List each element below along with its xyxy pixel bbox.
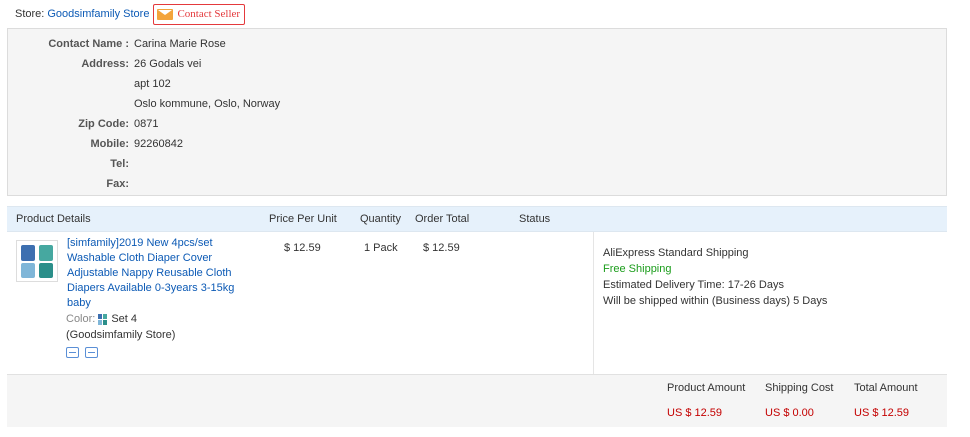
color-swatch-icon [98, 313, 108, 325]
header-status: Status [519, 213, 551, 225]
fax-key: Fax: [106, 178, 129, 190]
table-header: Product Details Price Per Unit Quantity … [7, 206, 947, 232]
tel-key: Tel: [110, 158, 129, 170]
ship-within: Will be shipped within (Business days) 5… [603, 295, 828, 307]
zip-row: Zip Code: 0871 [8, 114, 158, 134]
mobile-key: Mobile: [90, 138, 130, 150]
envelope-icon [157, 8, 174, 20]
contact-name-row: Contact Name : Carina Marie Rose [8, 34, 226, 54]
shipping-cost-label: Shipping Cost [765, 382, 834, 394]
color-value: Set 4 [111, 313, 138, 325]
detail-icon[interactable] [85, 347, 98, 358]
product-cell: [simfamily]2019 New 4pcs/set Washable Cl… [7, 232, 593, 374]
contact-name-key: Contact Name : [48, 38, 129, 50]
zip-value: 0871 [134, 118, 159, 130]
tel-row: Tel: [8, 154, 134, 174]
total-amount-label: Total Amount [854, 382, 918, 394]
product-amount-value: US $ 12.59 [667, 407, 723, 419]
free-shipping-label: Free Shipping [603, 263, 672, 275]
estimated-delivery: Estimated Delivery Time: 17-26 Days [603, 279, 784, 291]
product-color: Color: Set 4 [66, 313, 137, 325]
mobile-value: 92260842 [134, 138, 183, 150]
header-quantity: Quantity [360, 213, 401, 225]
header-product-details: Product Details [16, 213, 91, 225]
shipping-info: AliExpress Standard Shipping Free Shippi… [593, 232, 947, 374]
color-label: Color: [66, 313, 96, 325]
contact-seller-label: Contact Seller [177, 8, 241, 20]
address-key: Address: [81, 58, 129, 70]
mobile-row: Mobile: 92260842 [8, 134, 183, 154]
product-thumbnail[interactable] [16, 240, 58, 282]
item-order-total: $ 12.59 [423, 242, 460, 254]
order-summary: Product Amount Shipping Cost Total Amoun… [7, 374, 947, 427]
zip-key: Zip Code: [78, 118, 129, 130]
address-row: Address: 26 Godals vei [8, 54, 201, 74]
contact-name-value: Carina Marie Rose [134, 38, 226, 50]
item-price: $ 12.59 [284, 242, 321, 254]
order-table: Product Details Price Per Unit Quantity … [7, 206, 947, 427]
header-price-per-unit: Price Per Unit [269, 213, 337, 225]
address-line3: Oslo kommune, Oslo, Norway [134, 98, 281, 110]
snapshot-icon[interactable] [66, 347, 79, 358]
product-title-link[interactable]: [simfamily]2019 New 4pcs/set Washable Cl… [67, 236, 242, 311]
product-amount-label: Product Amount [667, 382, 746, 394]
address-row-3: Oslo kommune, Oslo, Norway [8, 94, 280, 114]
address-line2: apt 102 [134, 78, 171, 90]
header-order-total: Order Total [415, 213, 470, 225]
store-link[interactable]: Goodsimfamily Store [47, 8, 149, 20]
fax-row: Fax: [8, 174, 134, 194]
total-amount-value: US $ 12.59 [854, 407, 910, 419]
contact-seller-button[interactable]: Contact Seller [153, 3, 246, 25]
shipping-address-panel: Contact Name : Carina Marie Rose Address… [7, 28, 947, 196]
shipping-method: AliExpress Standard Shipping [603, 247, 749, 259]
store-label: Store: [15, 8, 45, 20]
item-actions [66, 347, 98, 358]
address-line1: 26 Godals vei [134, 58, 202, 70]
shipping-cost-value: US $ 0.00 [765, 407, 814, 419]
table-row: [simfamily]2019 New 4pcs/set Washable Cl… [7, 232, 947, 374]
item-quantity: 1 Pack [364, 242, 398, 254]
address-row-2: apt 102 [8, 74, 171, 94]
item-store-name: (Goodsimfamily Store) [66, 329, 176, 341]
store-bar: Store: Goodsimfamily Store Contact Selle… [15, 3, 246, 25]
